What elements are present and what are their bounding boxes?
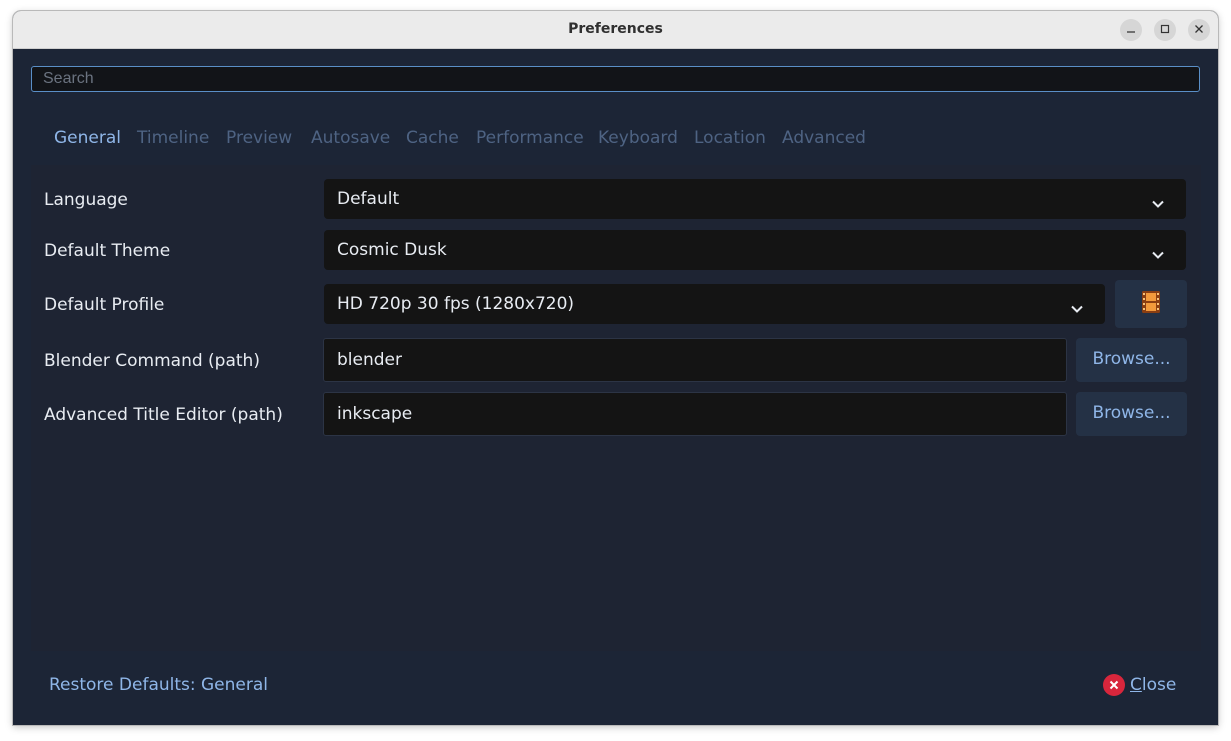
title-editor-browse-button[interactable]: Browse... — [1076, 392, 1187, 436]
minimize-button[interactable] — [1120, 19, 1142, 41]
title-editor-label: Advanced Title Editor (path) — [44, 405, 283, 425]
language-label: Language — [44, 190, 128, 210]
edit-profile-button[interactable] — [1115, 280, 1187, 328]
maximize-icon — [1160, 21, 1170, 39]
title-editor-path-value: inkscape — [337, 404, 413, 424]
blender-label: Blender Command (path) — [44, 351, 260, 371]
theme-dropdown[interactable]: Cosmic Dusk — [324, 230, 1186, 270]
theme-value: Cosmic Dusk — [337, 240, 447, 260]
tab-autosave[interactable]: Autosave — [311, 128, 390, 148]
minimize-icon — [1126, 21, 1136, 39]
tab-cache[interactable]: Cache — [406, 128, 459, 148]
chevron-down-icon — [1152, 244, 1164, 264]
tab-general[interactable]: General — [54, 128, 121, 148]
title-editor-path-field[interactable]: inkscape — [323, 392, 1067, 436]
title-bar[interactable]: Preferences — [13, 11, 1218, 49]
profile-dropdown[interactable]: HD 720p 30 fps (1280x720) — [324, 284, 1105, 324]
blender-browse-button[interactable]: Browse... — [1076, 338, 1187, 382]
tab-location[interactable]: Location — [694, 128, 766, 148]
language-value: Default — [337, 189, 400, 209]
restore-defaults-link[interactable]: Restore Defaults: General — [49, 675, 268, 695]
preferences-window: Preferences General Timeline Preview Aut… — [13, 11, 1218, 725]
close-label-rest: lose — [1141, 675, 1177, 695]
close-label: Close — [1130, 675, 1176, 695]
window-close-button[interactable] — [1188, 19, 1210, 41]
close-circle-icon — [1103, 674, 1125, 696]
chevron-down-icon — [1071, 298, 1083, 318]
profile-value: HD 720p 30 fps (1280x720) — [337, 294, 575, 314]
theme-label: Default Theme — [44, 241, 171, 261]
film-strip-icon — [1141, 290, 1161, 319]
tab-preview[interactable]: Preview — [226, 128, 292, 148]
tab-performance[interactable]: Performance — [476, 128, 584, 148]
tab-timeline[interactable]: Timeline — [137, 128, 209, 148]
close-mnemonic: C — [1130, 675, 1142, 695]
language-dropdown[interactable]: Default — [324, 179, 1186, 219]
maximize-button[interactable] — [1154, 19, 1176, 41]
chevron-down-icon — [1152, 193, 1164, 213]
tab-advanced[interactable]: Advanced — [782, 128, 866, 148]
blender-path-value: blender — [337, 350, 402, 370]
search-input[interactable] — [31, 66, 1200, 92]
window-title: Preferences — [568, 21, 663, 37]
tab-bar: General Timeline Preview Autosave Cache … — [13, 128, 1218, 152]
blender-path-field[interactable]: blender — [323, 338, 1067, 382]
profile-label: Default Profile — [44, 295, 165, 315]
close-icon — [1194, 21, 1204, 39]
tab-keyboard[interactable]: Keyboard — [598, 128, 678, 148]
close-button[interactable]: Close — [1103, 672, 1176, 698]
general-settings-panel: Language Default Default Theme Cosmic Du… — [31, 165, 1201, 651]
